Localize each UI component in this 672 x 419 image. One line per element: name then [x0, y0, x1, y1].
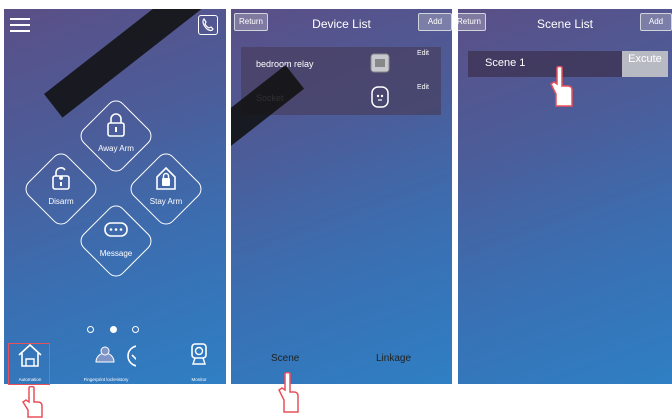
tab-fingerprint-history[interactable]: Fingerprint lockHistory	[54, 340, 158, 382]
tab-fingerprint-label: Fingerprint lockHistory	[83, 377, 129, 382]
pointer-hand-icon	[550, 66, 573, 107]
lock-icon	[107, 113, 125, 137]
highlight-box	[8, 343, 50, 385]
edit-button[interactable]: Edit	[417, 84, 429, 91]
home-lock-icon	[156, 166, 176, 190]
socket-icon	[371, 86, 389, 108]
tab-monitor-label: Monitor	[191, 377, 207, 382]
scene-name: Scene 1	[485, 57, 526, 69]
camera-icon	[191, 343, 207, 365]
device-name: Socket	[256, 93, 284, 103]
device-list: bedroom relay Edit Socket Edit	[241, 47, 441, 115]
fingerprint-history-icon	[95, 345, 136, 367]
device-name: bedroom relay	[256, 59, 314, 69]
menu-icon[interactable]	[10, 17, 30, 33]
phone-icon[interactable]	[198, 15, 218, 35]
message-label: Message	[99, 249, 133, 258]
tab-monitor[interactable]: Monitor	[176, 340, 222, 382]
list-item[interactable]: Socket Edit	[241, 81, 441, 115]
add-button[interactable]: Add	[640, 13, 672, 31]
page-indicator	[87, 326, 147, 336]
device-list-screen: Return Device List Add bedroom relay Edi…	[231, 9, 452, 384]
tab-scene[interactable]: Scene	[271, 353, 299, 364]
execute-button[interactable]: Excute	[622, 51, 668, 77]
edit-button[interactable]: Edit	[417, 50, 429, 57]
pointer-hand-icon	[278, 372, 299, 413]
list-item[interactable]: bedroom relay Edit	[241, 47, 441, 81]
home-screen: Away Arm Disarm Stay Arm Message Automat…	[4, 9, 226, 384]
tab-linkage[interactable]: Linkage	[376, 353, 411, 364]
pointer-hand-icon	[21, 386, 43, 418]
message-icon	[104, 222, 128, 237]
message-button[interactable]: Message	[76, 201, 156, 281]
unlock-icon	[52, 167, 70, 190]
add-button[interactable]: Add	[418, 13, 452, 31]
relay-icon	[370, 53, 390, 73]
